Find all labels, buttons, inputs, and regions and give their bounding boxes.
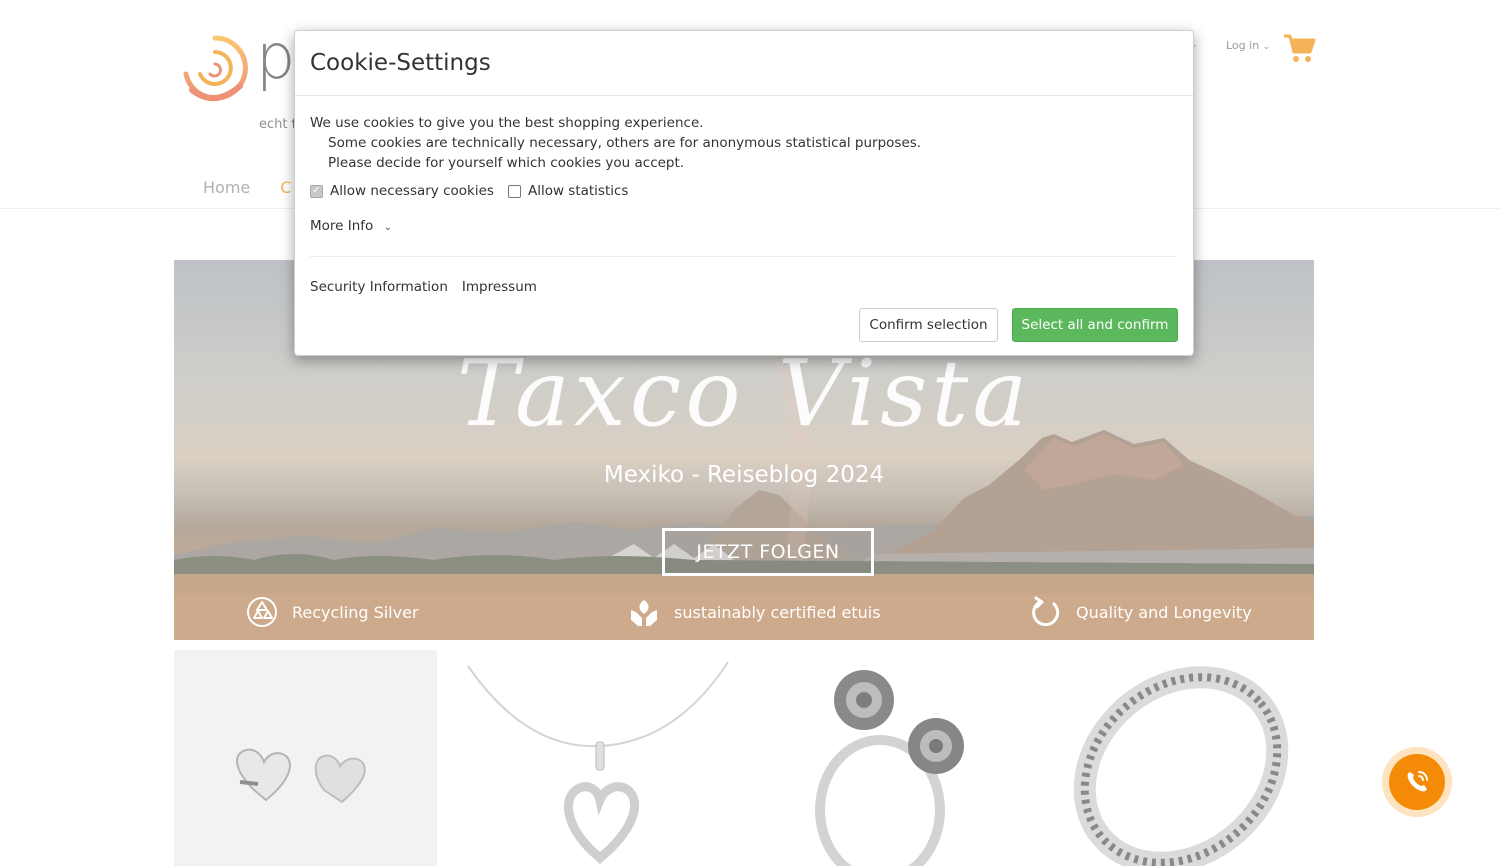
impressum-link[interactable]: Impressum (462, 279, 537, 295)
dialog-divider (310, 256, 1176, 257)
statistics-cookies-checkbox[interactable] (507, 184, 521, 198)
phone-icon (1407, 771, 1428, 792)
more-info-label[interactable]: More Info (310, 218, 373, 234)
cookie-description: We use cookies to give you the best shop… (310, 113, 921, 173)
statistics-cookies-label[interactable]: Allow statistics (528, 183, 629, 199)
necessary-cookies-label[interactable]: Allow necessary cookies (330, 183, 494, 199)
cookie-description-line: Please decide for yourself which cookies… (328, 155, 685, 171)
necessary-cookies-checkbox[interactable] (310, 184, 323, 198)
dialog-links: Security Information Impressum (310, 279, 537, 295)
dialog-title: Cookie-Settings (310, 50, 491, 76)
cookie-options: Allow necessary cookies Allow statistics (310, 183, 642, 199)
dialog-divider (295, 95, 1193, 96)
call-button[interactable] (1389, 754, 1445, 810)
chevron-down-icon: ⌄ (383, 222, 392, 233)
confirm-selection-button[interactable]: Confirm selection (859, 308, 998, 342)
more-info-toggle[interactable]: More Info ⌄ (310, 218, 392, 234)
security-information-link[interactable]: Security Information (310, 279, 448, 295)
cookie-description-line: We use cookies to give you the best shop… (310, 115, 704, 131)
cookie-description-line: Some cookies are technically necessary, … (328, 135, 922, 151)
select-all-and-confirm-button[interactable]: Select all and confirm (1012, 308, 1178, 342)
cookie-settings-dialog: Cookie-Settings We use cookies to give y… (294, 30, 1194, 356)
